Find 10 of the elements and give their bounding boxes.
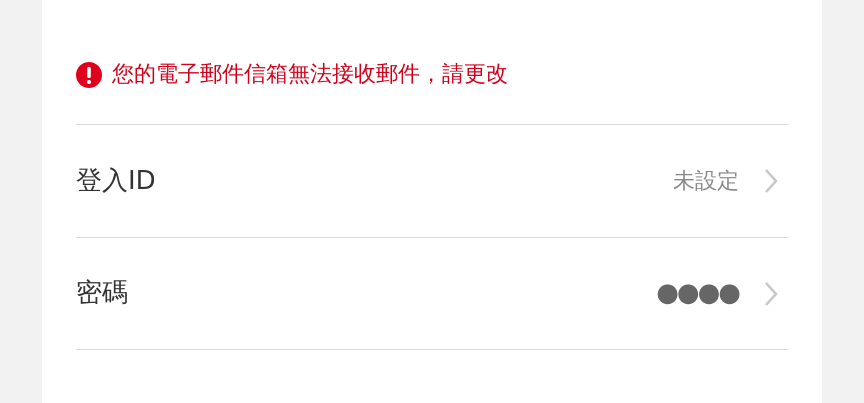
password-dots: ●●●● [656,277,739,310]
row-label: 登入ID [76,164,156,198]
row-value: 未設定 [673,168,739,196]
error-icon [76,62,102,88]
settings-row[interactable]: 登入ID 未設定 [76,124,789,237]
chevron-icon [763,280,779,308]
chevron-icon [763,167,779,195]
settings-row[interactable]: 密碼 ●●●● [76,237,789,350]
error-message: 您的電子郵件信箱無法接收郵件，請更改 [112,61,508,89]
row-label: 密碼 [76,277,128,310]
